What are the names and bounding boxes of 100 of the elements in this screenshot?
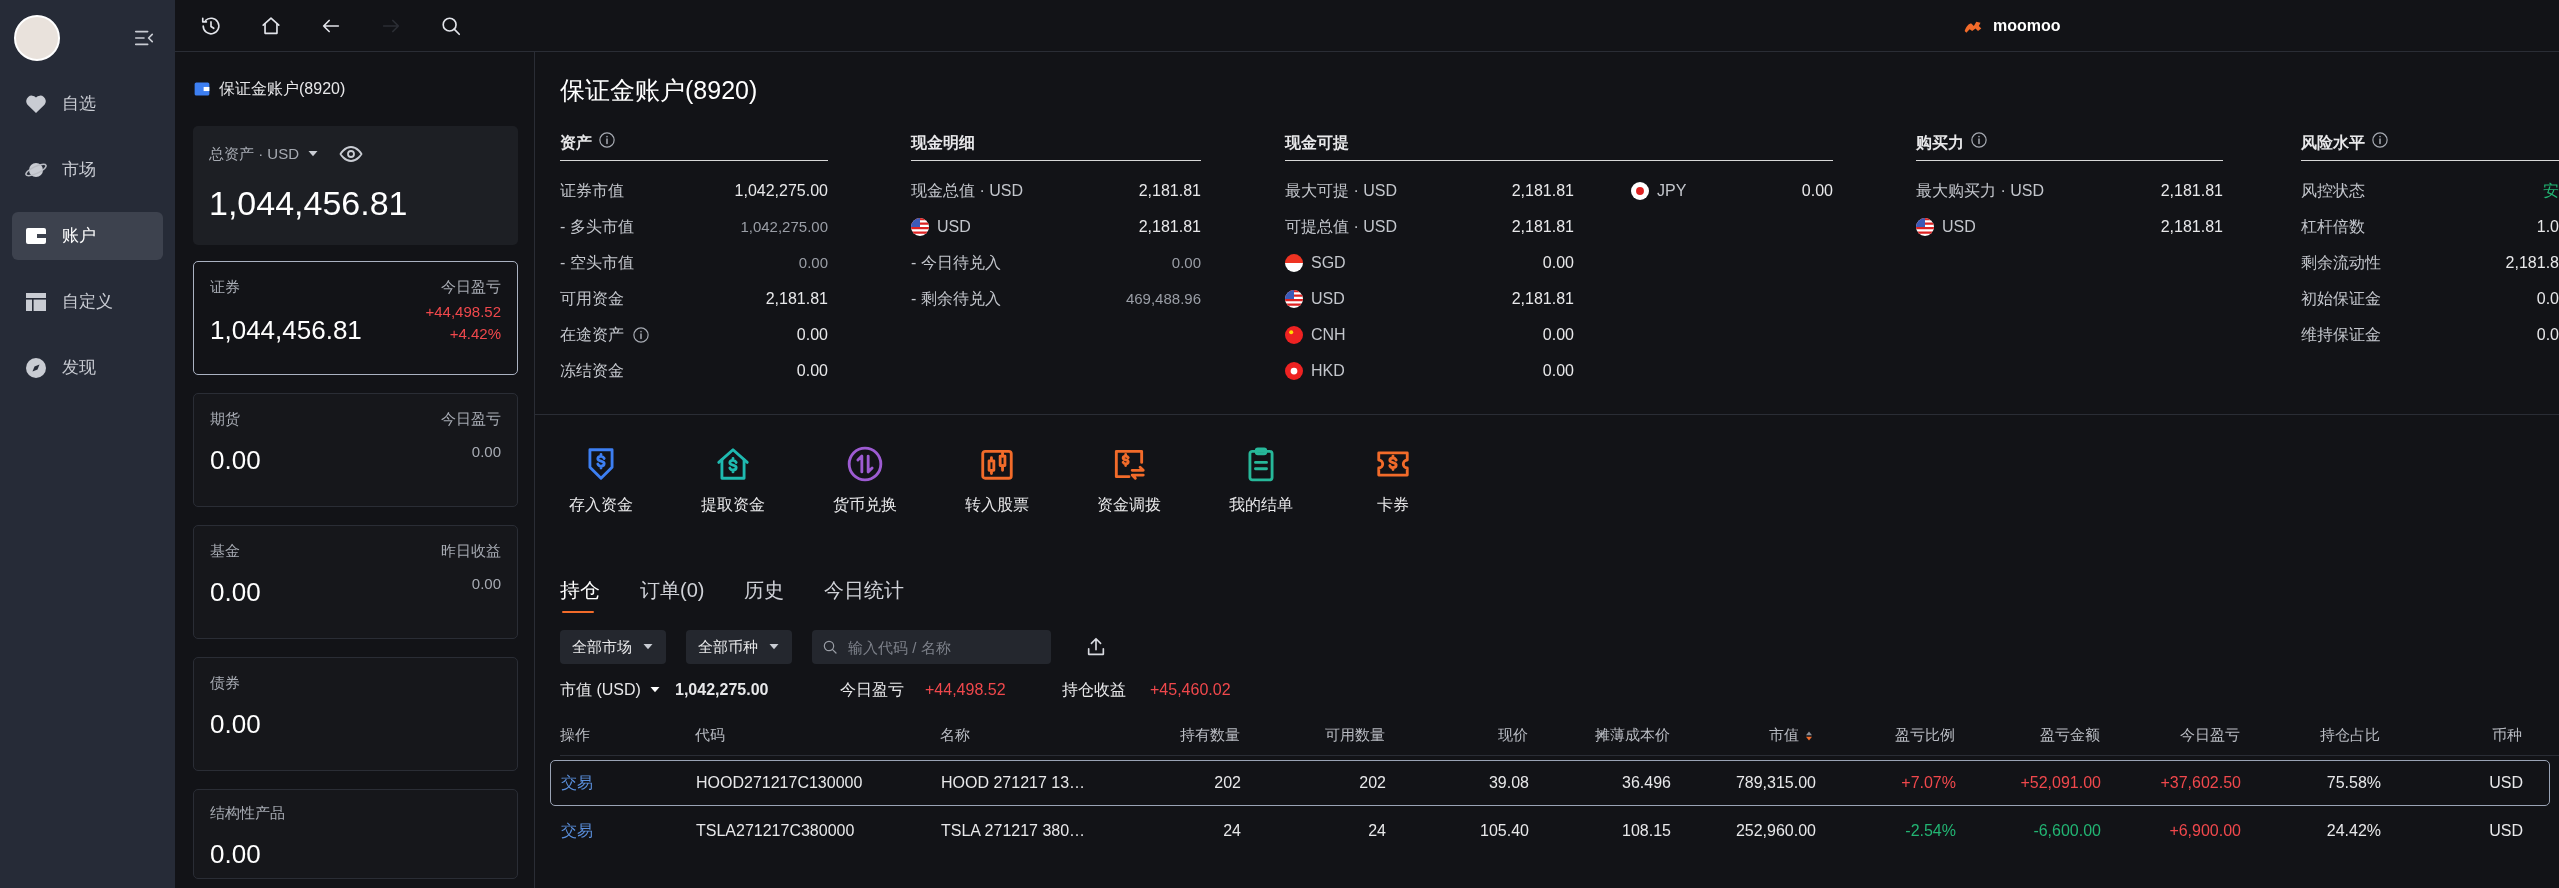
trade-link[interactable]: 交易 [561,771,696,795]
table-cell-text: 789,315.00 [1734,773,1816,793]
row-value: 1.0 [2536,217,2559,237]
asset-value: 0.00 [210,443,261,477]
column-header[interactable]: 现价 [1498,724,1528,747]
filter-dropdown[interactable]: 全部币种 [686,630,792,664]
sidebar-item[interactable]: 发现 [12,344,163,392]
action-button[interactable]: 我的结单 [1195,445,1327,517]
layout-icon [24,290,48,314]
table-cell-text: 252,960.00 [1734,821,1816,841]
summary-label: 今日盈亏 [840,680,904,700]
table-cell-text: 75.58% [2325,773,2381,793]
section-title: 现金明细 [911,133,975,153]
table-cell-text: HOOD 271217 13… [941,773,1087,793]
row-label: USD [937,217,971,237]
row-value: 2,181.81 [1511,217,1574,237]
tab[interactable]: 持仓 [560,575,600,613]
action-button[interactable]: 卡券 [1327,445,1459,517]
search-field[interactable]: 输入代码 / 名称 [812,630,1051,664]
row-value: 1,042,275.00 [740,216,828,237]
row-label: JPY [1657,181,1687,201]
row-value: 1,042,275.00 [734,181,828,201]
sidebar-item[interactable]: 市场 [12,146,163,194]
section-title: 购买力 [1916,133,1964,153]
column-header[interactable]: 盈亏金额 [2040,724,2100,747]
column-header[interactable]: 摊薄成本价 [1595,724,1670,747]
row-value: 2,181.81 [2160,181,2223,201]
summary-label: 持仓收益 [1062,680,1126,700]
logo-text: moomoo [1993,15,2061,36]
table-cell-text: 24 [1367,821,1386,841]
filter-dropdown[interactable]: 全部市场 [560,630,666,664]
row-label: 现金总值 · USD [911,181,1023,201]
flag-icon [1285,254,1303,272]
column-header[interactable]: 操作 [560,724,590,747]
action-button[interactable]: 转入股票 [931,445,1063,517]
tab[interactable]: 今日统计 [824,575,905,613]
asset-name: 基金 [210,541,240,561]
total-assets-value: 1,044,456.81 [209,183,409,224]
summary-value: 1,042,275.00 [675,680,770,700]
table-row[interactable]: 交易 TSLA271217C380000 TSLA 271217 380… 24 24 105.40 108.15 252,960.00 -2.54% -6,600.00 +6,900.00 24.42% USD [550,808,2550,854]
row-value: 0.00 [1801,181,1833,201]
row-value: 2,181.81 [1138,181,1201,201]
row-label: 可用资金 [560,289,624,309]
section-title: 现金可提 [1285,133,1349,153]
asset-value: 0.00 [210,837,261,871]
column-header[interactable]: 市值 [1769,724,1799,747]
sidebar-item[interactable]: 自选 [12,80,163,128]
row-value: 2,181.81 [1138,217,1201,237]
column-header[interactable]: 持仓占比 [2320,724,2380,747]
export-icon[interactable] [1085,636,1107,658]
column-header[interactable]: 可用数量 [1325,724,1385,747]
action-button[interactable]: 资金调拨 [1063,445,1195,517]
pnl-label: 今日盈亏 [441,409,501,429]
row-label: 杠杆倍数 [2301,217,2365,237]
asset-card[interactable]: 结构性产品 0.00 [193,789,518,879]
action-button[interactable]: 存入资金 [535,445,667,517]
column-header[interactable]: 今日盈亏 [2180,724,2240,747]
section-title: 资产 [560,133,592,153]
avatar[interactable] [14,14,60,61]
pnl-label: 今日盈亏 [441,277,501,297]
sidebar-item[interactable]: 账户 [12,212,163,260]
column-header[interactable]: 代码 [695,724,725,747]
sidebar-item[interactable]: 自定义 [12,278,163,326]
row-value: 0.00 [1171,252,1201,273]
asset-card[interactable]: 证券 今日盈亏 1,044,456.81 +44,498.52 +4.42% [193,261,518,375]
row-value: 安 [2543,181,2559,201]
asset-name: 证券 [210,277,240,297]
row-label: - 多头市值 [560,217,634,237]
table-cell-text: -6,600.00 [2032,821,2101,841]
row-label: 维持保证金 [2301,325,2381,345]
row-value: 2,181.81 [1511,289,1574,309]
compass-icon [24,356,48,380]
row-value: 0.0 [2536,289,2559,309]
column-header[interactable]: 盈亏比例 [1895,724,1955,747]
column-header[interactable]: 持有数量 [1180,724,1240,747]
asset-card[interactable]: 期货 今日盈亏 0.00 0.00 [193,393,518,507]
flag-icon [1631,182,1649,200]
total-assets-label: 总资产 · USD [209,143,299,164]
pnl-value: +44,498.52 [425,301,501,322]
trade-link[interactable]: 交易 [561,819,696,843]
table-cell-text: 202 [1358,773,1386,793]
column-header[interactable]: 币种 [2492,724,2522,747]
asset-card[interactable]: 基金 昨日收益 0.00 0.00 [193,525,518,639]
row-value: 2,181.81 [2160,217,2223,237]
info-icon [632,326,650,344]
asset-card[interactable]: 债券 0.00 [193,657,518,771]
flag-icon [1285,362,1303,380]
row-value: 0.0 [2536,325,2559,345]
table-cell-text: +52,091.00 [2019,773,2101,793]
column-header[interactable]: 名称 [940,724,970,747]
action-button[interactable]: 提取资金 [667,445,799,517]
tab[interactable]: 订单(0) [640,575,705,613]
flag-icon [1285,290,1303,308]
table-row[interactable]: 交易 HOOD271217C130000 HOOD 271217 13… 202 202 39.08 36.496 789,315.00 +7.07% +52,091.00 +37,602.50 75.58% USD [550,760,2550,806]
asset-name: 期货 [210,409,240,429]
table-cell-text: TSLA271217C380000 [696,821,856,841]
action-button[interactable]: 货币兑换 [799,445,931,517]
tab[interactable]: 历史 [744,575,785,613]
row-label: - 空头市值 [560,253,634,273]
row-value: 0.00 [1542,361,1574,381]
